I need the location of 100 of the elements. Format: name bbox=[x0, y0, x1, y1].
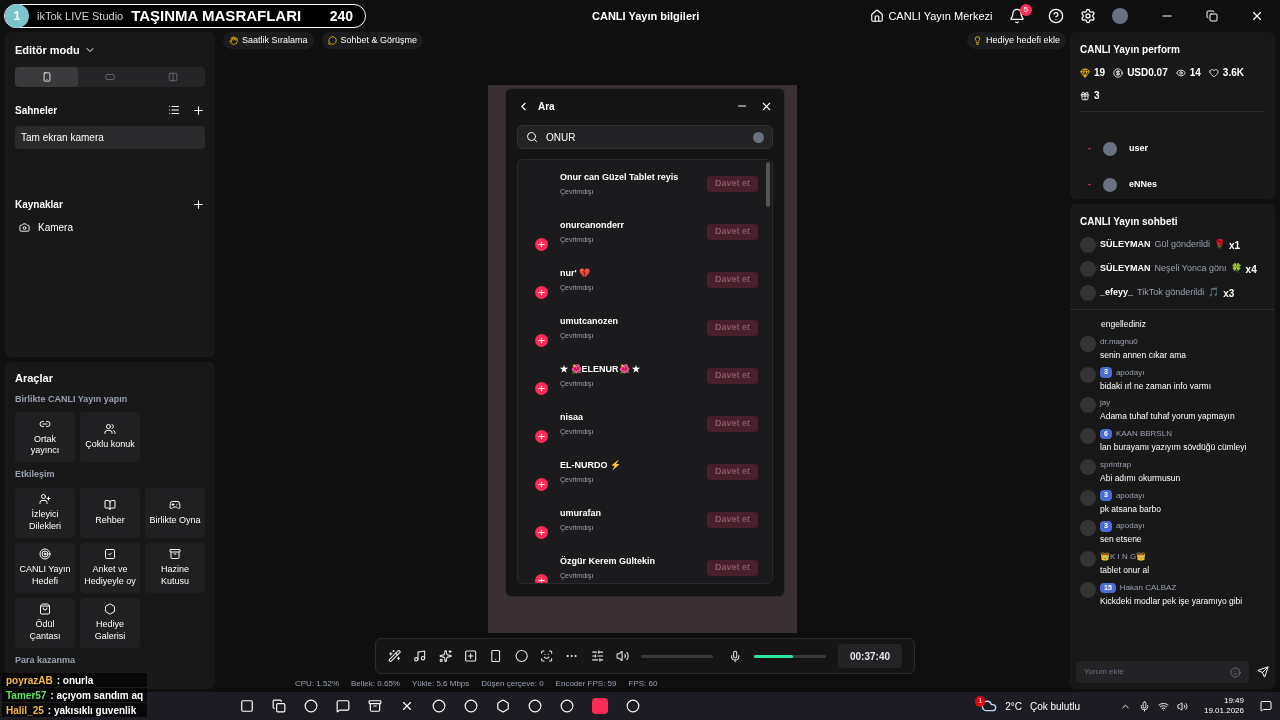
number-badge: 1 bbox=[5, 4, 29, 28]
face-scan-icon[interactable] bbox=[539, 649, 554, 663]
chat-message: Adama tuhaf tuhaf yorum yapmayın bbox=[1100, 410, 1235, 423]
sources-heading: Kaynaklar bbox=[15, 197, 63, 212]
cloud-icon[interactable] bbox=[981, 698, 998, 714]
gift-icon bbox=[1080, 90, 1090, 101]
speaker-icon[interactable] bbox=[1176, 700, 1188, 712]
circle-app-icon[interactable] bbox=[560, 699, 574, 713]
section-heading: Birlikte CANLI Yayın yapın bbox=[15, 392, 129, 406]
add-friend-icon[interactable] bbox=[535, 430, 548, 443]
top-chip[interactable]: Saatlik Sıralama bbox=[223, 32, 314, 49]
tool-tile[interactable]: Ortak yayıncı bbox=[15, 412, 75, 462]
landscape-icon bbox=[105, 71, 115, 82]
circle-app-icon[interactable] bbox=[304, 699, 318, 713]
volume-icon[interactable] bbox=[615, 649, 630, 663]
editor-mode-dropdown[interactable]: Editör modu bbox=[15, 42, 96, 59]
top-chip[interactable]: Sohbet & Görüşme bbox=[321, 32, 424, 49]
tool-tile[interactable]: Hediye Galerisi bbox=[80, 597, 140, 648]
sparkle-icon[interactable] bbox=[438, 649, 452, 663]
chat-message: tablet onur al bbox=[1100, 564, 1150, 577]
performance-heading: CANLI Yayın perform bbox=[1080, 43, 1181, 57]
search-field[interactable]: ONUR bbox=[517, 125, 773, 149]
microphone-icon[interactable] bbox=[729, 649, 742, 663]
magic-wand-icon[interactable] bbox=[388, 649, 402, 663]
clock-date: 19.01.2026 bbox=[1203, 706, 1244, 716]
chat-username: Hakan CALBAZ bbox=[1119, 581, 1177, 594]
music-note-icon[interactable] bbox=[413, 649, 427, 663]
user-name: onurcanonderr bbox=[560, 219, 624, 232]
network-icon[interactable] bbox=[1157, 700, 1169, 712]
list-icon[interactable] bbox=[168, 104, 180, 116]
notifications-icon[interactable] bbox=[1260, 700, 1272, 712]
orientation-tab[interactable] bbox=[15, 66, 79, 87]
taskbar-app-icon[interactable] bbox=[592, 698, 608, 714]
add-scene-icon[interactable] bbox=[192, 103, 205, 117]
add-friend-icon[interactable] bbox=[535, 238, 548, 251]
sliders-icon[interactable] bbox=[590, 649, 604, 663]
add-friend-icon[interactable] bbox=[535, 382, 548, 395]
add-friend-icon[interactable] bbox=[535, 526, 548, 539]
send-icon[interactable] bbox=[1257, 666, 1269, 678]
split-screen-icon bbox=[168, 71, 179, 82]
section-heading: Etkileşim bbox=[15, 468, 56, 481]
gift-text: TikTok gönderildi bbox=[1137, 286, 1205, 300]
tool-tile[interactable]: CANLI Yayın Hedefi bbox=[15, 542, 75, 593]
restore-icon[interactable] bbox=[1206, 10, 1218, 22]
eye-icon bbox=[1175, 67, 1186, 78]
add-screen-icon[interactable] bbox=[463, 649, 478, 663]
chat-username: dr.magnu0 bbox=[1100, 335, 1138, 348]
task-view-icon[interactable] bbox=[272, 699, 286, 713]
chat-message: Abi adımı okurmusun bbox=[1100, 471, 1181, 485]
phone-icon[interactable] bbox=[489, 649, 503, 663]
clear-icon[interactable] bbox=[753, 131, 764, 143]
help-icon[interactable] bbox=[1048, 8, 1064, 24]
tool-tile[interactable]: Çoklu konuk bbox=[80, 412, 140, 462]
target-icon bbox=[39, 548, 51, 561]
tool-tile[interactable]: Rehber bbox=[80, 487, 140, 538]
avatar bbox=[1080, 366, 1096, 383]
chat-username: apodayı bbox=[1115, 366, 1145, 379]
gift-emoji: 🎵 bbox=[1208, 286, 1220, 300]
mic-slider[interactable] bbox=[753, 654, 826, 658]
add-source-icon[interactable] bbox=[192, 197, 205, 211]
add-friend-icon[interactable] bbox=[535, 334, 548, 347]
phone-icon bbox=[41, 71, 52, 82]
settings-icon[interactable] bbox=[1080, 8, 1096, 24]
add-friend-icon[interactable] bbox=[535, 478, 548, 491]
metric-value: USD0.07 bbox=[1127, 66, 1168, 80]
avatar bbox=[1080, 261, 1096, 277]
tool-tile[interactable]: İzleyici Dilekleri bbox=[15, 487, 75, 538]
hexagon-app-icon[interactable] bbox=[496, 699, 510, 713]
cross-app-icon[interactable] bbox=[400, 699, 414, 713]
overlay-count: 240 bbox=[329, 6, 353, 26]
stat-text: Yükle: 5.6 Mbps bbox=[411, 678, 470, 690]
gift-count: x4 bbox=[1245, 262, 1257, 277]
chat-app-icon[interactable] bbox=[336, 699, 350, 713]
window-icon[interactable] bbox=[240, 699, 254, 713]
circle-app-icon[interactable] bbox=[626, 699, 640, 713]
volume-slider[interactable] bbox=[641, 654, 714, 658]
scene-item[interactable]: Tam ekran kamera bbox=[15, 125, 205, 149]
chat-message: sen etsene bbox=[1100, 533, 1143, 546]
record-icon[interactable] bbox=[514, 649, 528, 663]
temperature: 2°C bbox=[1005, 699, 1022, 714]
notification-bell-icon[interactable] bbox=[1008, 8, 1025, 24]
emoji-icon[interactable] bbox=[1230, 666, 1241, 678]
header-title: CANLI Yayın bilgileri bbox=[592, 8, 700, 24]
live-center-button[interactable]: CANLI Yayın Merkezi bbox=[870, 7, 993, 25]
user-name: EL-NURDO ⚡ bbox=[560, 459, 621, 472]
add-friend-icon[interactable] bbox=[535, 286, 548, 299]
overlay-title: TAŞINMA MASRAFLARI bbox=[131, 5, 302, 26]
users-icon bbox=[104, 423, 116, 436]
tool-tile[interactable]: Ödül Çantası bbox=[15, 597, 75, 648]
tray-microphone-icon[interactable] bbox=[1138, 700, 1150, 712]
tool-tile[interactable]: Birlikte Oyna bbox=[145, 487, 205, 538]
gift-goal-chip[interactable]: Hediye hedefi ekle bbox=[966, 32, 1066, 49]
tool-tile[interactable]: Anket ve Hediyeyle oy bbox=[80, 542, 140, 593]
scrollbar-thumb bbox=[766, 162, 770, 207]
close-icon[interactable] bbox=[1250, 9, 1264, 23]
chat-username: sprintrap bbox=[1100, 458, 1132, 471]
bag-icon bbox=[39, 603, 51, 616]
tool-tile[interactable]: Hazine Kutusu bbox=[145, 542, 205, 593]
avatar bbox=[1080, 581, 1096, 598]
source-item[interactable]: Kamera bbox=[15, 219, 77, 235]
